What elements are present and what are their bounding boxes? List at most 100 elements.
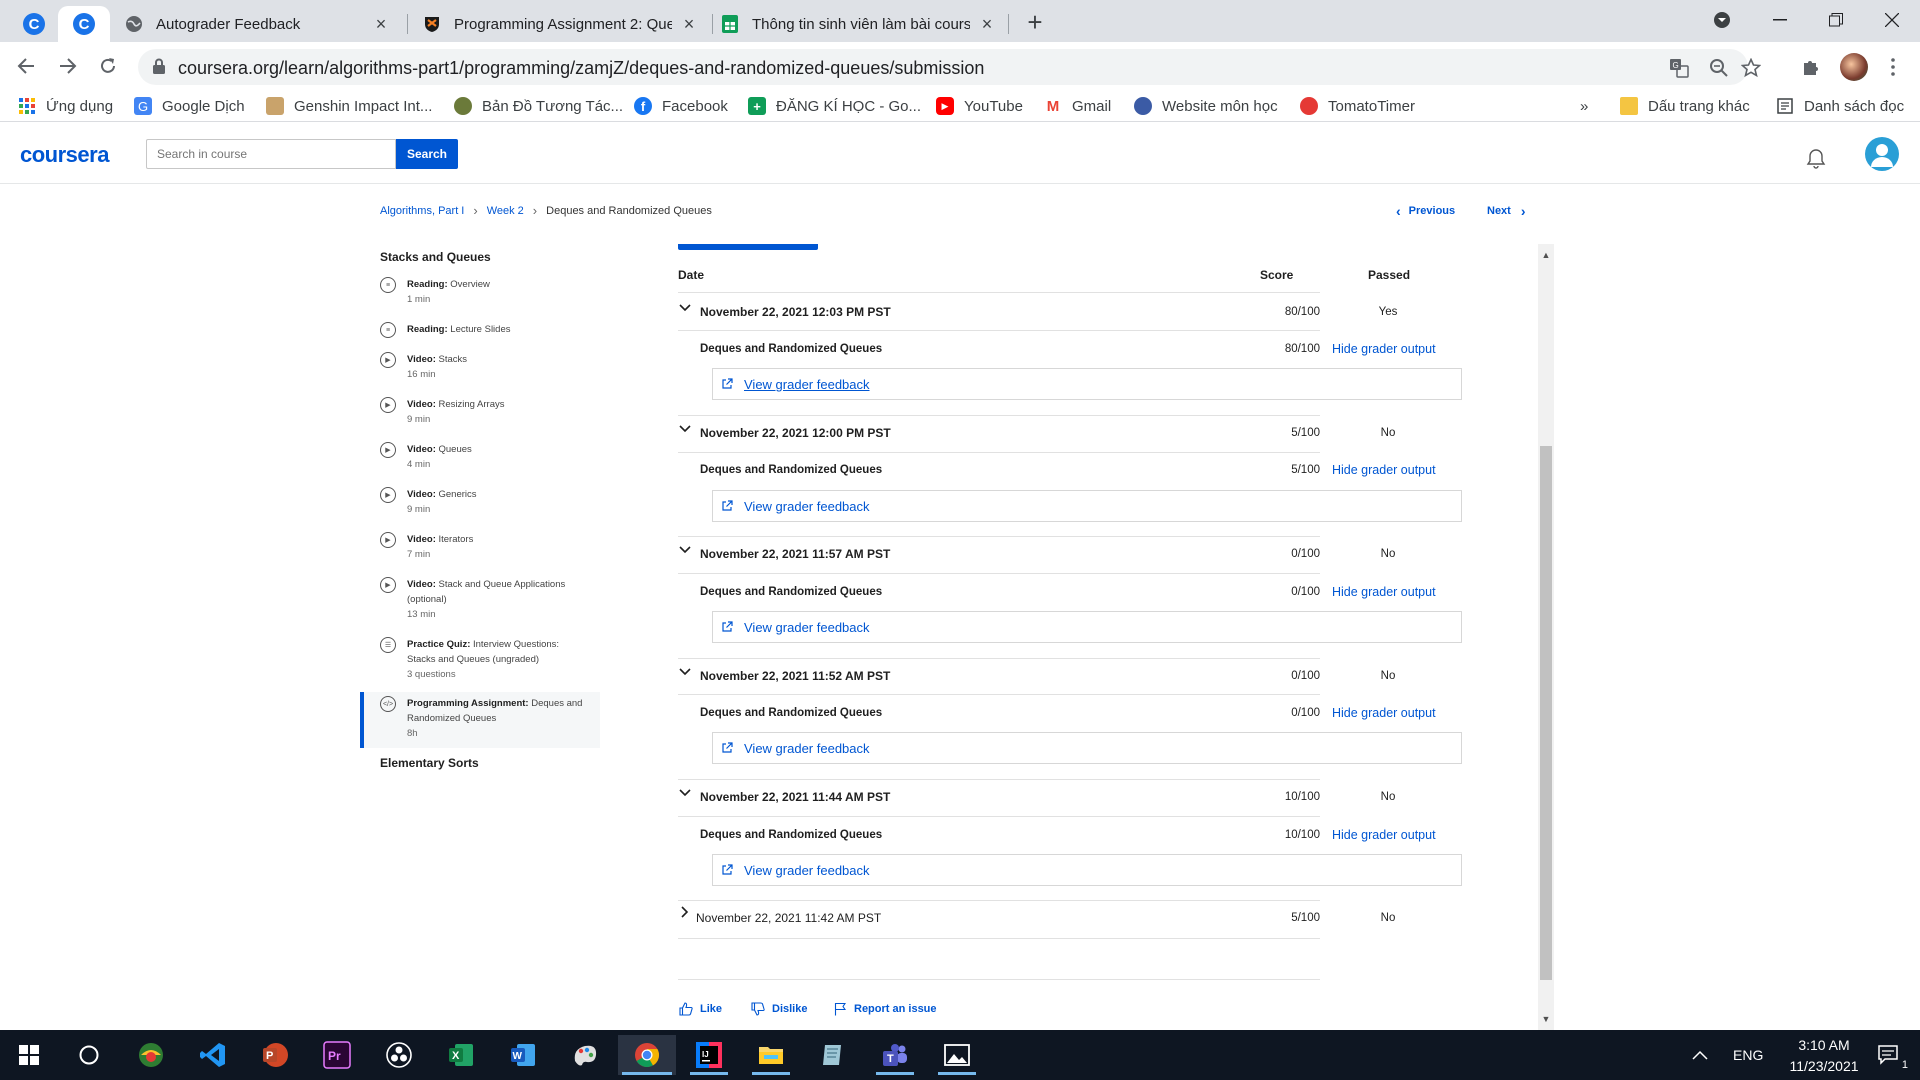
teams-icon[interactable]: T xyxy=(866,1035,924,1075)
sidebar-item-generics[interactable]: ▶ Video: Generics 9 min xyxy=(360,485,600,525)
address-bar[interactable]: coursera.org/learn/algorithms-part1/prog… xyxy=(138,49,1761,85)
chevron-down-icon[interactable] xyxy=(678,301,692,315)
profile-avatar[interactable] xyxy=(1840,53,1868,81)
sidebar-item-programming-assignment[interactable]: </> Programming Assignment: Deques and R… xyxy=(360,692,600,748)
hide-grader-output-link[interactable]: Hide grader output xyxy=(1332,585,1436,599)
bookmark-youtube[interactable]: ▶ YouTube xyxy=(936,95,1023,117)
dislike-button[interactable]: Dislike xyxy=(750,1001,807,1017)
language-indicator[interactable]: ENG xyxy=(1733,1047,1763,1063)
bookmark-genshin[interactable]: Genshin Impact Int... xyxy=(266,95,432,117)
action-center-button[interactable]: 1 xyxy=(1862,1035,1918,1075)
chrome-icon[interactable] xyxy=(618,1035,676,1075)
paint-app-icon[interactable] xyxy=(556,1035,614,1075)
sidebar-item-resizing-arrays[interactable]: ▶ Video: Resizing Arrays 9 min xyxy=(360,395,600,435)
sidebar-item-stack-queue-applications[interactable]: ▶ Video: Stack and Queue Applications (o… xyxy=(360,575,600,630)
hide-grader-output-link[interactable]: Hide grader output xyxy=(1332,706,1436,720)
bookmarks-overflow-button[interactable]: » xyxy=(1580,95,1588,117)
sidebar-item-overview[interactable]: ≡ Reading: Overview 1 min xyxy=(360,275,600,315)
sidebar-item-practice-quiz[interactable]: ☰ Practice Quiz: Interview Questions: St… xyxy=(360,635,600,690)
search-button[interactable]: Search xyxy=(396,139,458,169)
tray-chevron-up-icon[interactable] xyxy=(1680,1035,1720,1075)
forward-arrow-icon[interactable] xyxy=(52,50,84,82)
tab-student-sheet[interactable]: Thông tin sinh viên làm bài cours × xyxy=(708,6,1008,42)
submission-date[interactable]: November 22, 2021 12:00 PM PST xyxy=(700,426,891,440)
next-button[interactable]: Next › xyxy=(1487,203,1526,219)
sidebar-item-stacks[interactable]: ▶ Video: Stacks 16 min xyxy=(360,350,600,390)
clock-date[interactable]: 11/23/2021 xyxy=(1774,1058,1874,1074)
scrollbar-thumb[interactable] xyxy=(1540,446,1552,980)
view-grader-feedback-link[interactable]: View grader feedback xyxy=(744,377,870,392)
close-window-button[interactable] xyxy=(1864,0,1920,40)
view-grader-feedback-link[interactable]: View grader feedback xyxy=(744,863,870,878)
bookmark-apps[interactable]: Ứng dụng xyxy=(18,95,113,117)
breadcrumb-week[interactable]: Week 2 xyxy=(487,205,524,217)
sidebar-item-lecture-slides[interactable]: ≡ Reading: Lecture Slides xyxy=(360,320,600,350)
new-tab-button[interactable]: + xyxy=(1020,8,1050,38)
extensions-puzzle-icon[interactable] xyxy=(1800,56,1822,78)
powerpoint-icon[interactable]: P xyxy=(246,1035,304,1075)
reload-icon[interactable] xyxy=(92,50,124,82)
bookmark-map[interactable]: Bản Đồ Tương Tác... xyxy=(454,95,623,117)
translate-icon[interactable]: G xyxy=(1668,57,1690,79)
like-button[interactable]: Like xyxy=(678,1001,722,1017)
intellij-icon[interactable]: IJ xyxy=(680,1035,738,1075)
other-bookmarks-folder[interactable]: Dấu trang khác xyxy=(1620,95,1750,117)
report-issue-button[interactable]: Report an issue xyxy=(832,1001,937,1017)
chevron-down-icon[interactable] xyxy=(678,543,692,557)
back-arrow-icon[interactable] xyxy=(10,50,42,82)
bookmark-google-translate[interactable]: G Google Dịch xyxy=(134,95,245,117)
submit-button[interactable] xyxy=(678,244,818,250)
bookmark-star-icon[interactable] xyxy=(1740,57,1762,79)
bookmark-tomatotimer[interactable]: TomatoTimer xyxy=(1300,95,1415,117)
chevron-down-icon[interactable] xyxy=(678,422,692,436)
bookmark-facebook[interactable]: f Facebook xyxy=(634,95,728,117)
user-avatar-icon[interactable] xyxy=(1865,137,1899,171)
main-scrollbar[interactable]: ▲ ▼ xyxy=(1538,244,1554,1030)
submission-date[interactable]: November 22, 2021 12:03 PM PST xyxy=(700,305,891,319)
windows-start-icon[interactable] xyxy=(0,1035,58,1075)
submission-date[interactable]: November 22, 2021 11:42 AM PST xyxy=(696,911,881,925)
tab-programming-assignment[interactable]: Programming Assignment 2: Que × xyxy=(410,6,710,42)
pinned-tab-coursera-active[interactable]: C xyxy=(58,6,110,42)
view-grader-feedback-link[interactable]: View grader feedback xyxy=(744,741,870,756)
close-icon[interactable]: × xyxy=(680,15,698,33)
menu-kebab-icon[interactable] xyxy=(1882,56,1904,78)
zoom-icon[interactable] xyxy=(1708,57,1730,79)
view-grader-feedback-link[interactable]: View grader feedback xyxy=(744,620,870,635)
restore-button[interactable] xyxy=(1808,0,1864,40)
excel-icon[interactable]: X xyxy=(432,1035,490,1075)
submission-date[interactable]: November 22, 2021 11:52 AM PST xyxy=(700,669,890,683)
hide-grader-output-link[interactable]: Hide grader output xyxy=(1332,342,1436,356)
bookmark-website[interactable]: Website môn học xyxy=(1134,95,1278,117)
obs-studio-icon[interactable] xyxy=(370,1035,428,1075)
minimize-button[interactable] xyxy=(1752,0,1808,40)
lock-icon[interactable] xyxy=(152,58,170,76)
tab-autograder-feedback[interactable]: Autograder Feedback × xyxy=(112,6,402,42)
close-icon[interactable]: × xyxy=(372,15,390,33)
sidebar-section-title[interactable]: Elementary Sorts xyxy=(380,756,479,770)
premiere-pro-icon[interactable]: Pr xyxy=(308,1035,366,1075)
vscode-icon[interactable] xyxy=(184,1035,242,1075)
hide-grader-output-link[interactable]: Hide grader output xyxy=(1332,828,1436,842)
word-icon[interactable]: W xyxy=(494,1035,552,1075)
reading-list-button[interactable]: Danh sách đọc xyxy=(1776,95,1904,117)
submission-date[interactable]: November 22, 2021 11:57 AM PST xyxy=(700,547,890,561)
breadcrumb-course[interactable]: Algorithms, Part I xyxy=(380,205,464,217)
chevron-right-icon[interactable] xyxy=(678,906,692,920)
bookmark-dang-ki-hoc[interactable]: + ĐĂNG KÍ HỌC - Go... xyxy=(748,95,921,117)
file-explorer-icon[interactable] xyxy=(742,1035,800,1075)
notification-bell-icon[interactable] xyxy=(1805,148,1829,172)
course-search-input[interactable] xyxy=(146,139,396,169)
chevron-down-icon[interactable] xyxy=(678,786,692,800)
sidebar-item-iterators[interactable]: ▶ Video: Iterators 7 min xyxy=(360,530,600,570)
sidebar-item-queues[interactable]: ▶ Video: Queues 4 min xyxy=(360,440,600,480)
close-icon[interactable]: × xyxy=(978,15,996,33)
notes-app-icon[interactable] xyxy=(804,1035,862,1075)
scroll-down-arrow-icon[interactable]: ▼ xyxy=(1541,1014,1551,1024)
submission-date[interactable]: November 22, 2021 11:44 AM PST xyxy=(700,790,890,804)
view-grader-feedback-link[interactable]: View grader feedback xyxy=(744,499,870,514)
hide-grader-output-link[interactable]: Hide grader output xyxy=(1332,463,1436,477)
photos-app-icon[interactable] xyxy=(928,1035,986,1075)
coursera-logo[interactable]: coursera xyxy=(20,142,109,168)
pinned-tab-coursera-1[interactable]: C xyxy=(8,6,60,42)
